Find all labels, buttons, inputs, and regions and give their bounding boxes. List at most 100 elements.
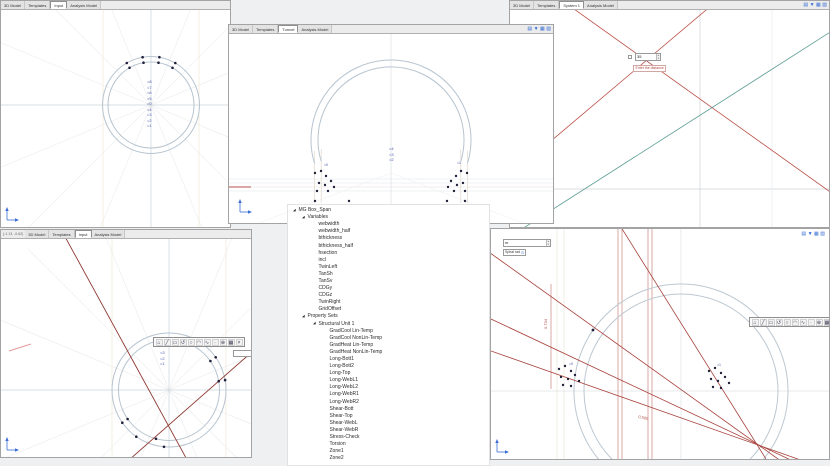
section-drawing-canvas[interactable] <box>1 238 251 457</box>
tree-item[interactable]: ◢ Stress-Check <box>288 434 489 441</box>
drawing-area[interactable]: =8=7=6=5=0=4=3=2=1 <box>1 9 230 227</box>
home-icon[interactable]: ⌂ <box>156 339 163 346</box>
tree-item[interactable]: ◢ Long-Bott1 <box>288 356 489 363</box>
drawing-area[interactable]: m ▴▾ Spiral rad ⊙ 0.734 0.500 =0 =1 ⌂╱▭↺… <box>491 229 829 459</box>
tree-item[interactable]: ◢ incl <box>288 257 489 264</box>
refresh-icon[interactable]: ▤ <box>801 232 806 237</box>
refresh-icon[interactable]: ▤ <box>803 3 808 8</box>
selection-icon[interactable]: ▧ <box>546 27 551 32</box>
arc-icon[interactable]: ◠ <box>792 319 799 326</box>
tree-item[interactable]: ◢ Long-Bott2 <box>288 363 489 370</box>
view-tab[interactable]: Input <box>50 1 67 9</box>
dropdown-icon[interactable]: ▼ <box>534 27 539 32</box>
tree-item[interactable]: ◢ TanSv <box>288 278 489 285</box>
section-drawing-canvas[interactable] <box>1 9 230 227</box>
arc-icon[interactable]: ◠ <box>196 339 203 346</box>
distance-checkbox[interactable] <box>628 55 632 59</box>
tree-item[interactable]: ◢ Property Sets <box>288 313 489 320</box>
tunnel-drawing-canvas[interactable] <box>229 33 553 223</box>
offset-icon[interactable]: ⊕ <box>816 319 823 326</box>
table-icon[interactable]: ▦ <box>814 232 819 237</box>
tree-item[interactable]: ◢ bthickness_half <box>288 242 489 249</box>
tree-item[interactable]: ◢ bthickness <box>288 235 489 242</box>
drawing-area[interactable]: 35 ▴▾ Enter the distance <box>510 9 829 227</box>
table-icon[interactable]: ▦ <box>540 27 545 32</box>
tree-item[interactable]: ◢ Long-WebL1 <box>288 377 489 384</box>
tree-item[interactable]: ◢ Long-WebL2 <box>288 384 489 391</box>
tree-item[interactable]: ◢ Structural Unit 1 <box>288 321 489 328</box>
tree-item[interactable]: ◢ Zone1 <box>288 448 489 455</box>
tree-item[interactable]: ◢ Torsion <box>288 441 489 448</box>
grid-icon[interactable]: ▦ <box>824 319 830 326</box>
drawing-area[interactable]: =4=3=2 =0 =1 <box>229 33 553 223</box>
tree-item[interactable]: ◢ Zone2 <box>288 455 489 462</box>
selection-icon[interactable]: ▧ <box>822 3 827 8</box>
tree-item[interactable]: ◢ hsection <box>288 250 489 257</box>
view-tab[interactable]: System 1 <box>559 1 584 9</box>
rect-icon[interactable]: ▭ <box>172 339 179 346</box>
tree-item[interactable]: ◢ CDGz <box>288 292 489 299</box>
tree-item[interactable]: ◢ Long-WebR1 <box>288 391 489 398</box>
view-tab[interactable]: Templates <box>534 1 559 9</box>
spinner-icon[interactable]: ▴▾ <box>656 54 661 60</box>
view-tab[interactable]: Analysis Model <box>298 25 332 33</box>
dropdown-icon[interactable]: ▼ <box>810 3 815 8</box>
section-drawing-canvas[interactable] <box>491 229 829 459</box>
view-tab[interactable]: Analysis Model <box>92 230 126 238</box>
tree-item[interactable]: ◢ Long-Top <box>288 370 489 377</box>
rect-icon[interactable]: ▭ <box>768 319 775 326</box>
grid-icon[interactable]: ▦ <box>228 339 235 346</box>
snap-value-box[interactable] <box>233 350 251 357</box>
view-tab[interactable]: Tunnel <box>278 25 298 33</box>
tree-item[interactable]: ◢ GradCool NonLin-Temp <box>288 335 489 342</box>
view-tab[interactable]: Templates <box>49 230 74 238</box>
tree-item[interactable]: ◢ Shear-Bott <box>288 406 489 413</box>
circle-icon[interactable]: ○ <box>188 339 195 346</box>
refresh-icon[interactable]: ▤ <box>527 27 532 32</box>
tree-item[interactable]: ◢ MG Box_Span <box>288 207 489 214</box>
line-icon[interactable]: ╱ <box>760 319 767 326</box>
close-icon[interactable]: × <box>236 339 243 346</box>
view-tab[interactable]: Templates <box>25 1 50 9</box>
spiral-radius-button[interactable]: Spiral rad ⊙ <box>503 249 526 256</box>
expand-arrow-icon[interactable]: ◢ <box>293 209 297 213</box>
undo-icon[interactable]: ↺ <box>180 339 187 346</box>
drawing-area[interactable]: =3=2=1 ⌂╱▭↺○◠∿·⊕▦× <box>1 238 251 457</box>
tree-item[interactable]: ◢ Shear-WebR <box>288 427 489 434</box>
view-tab[interactable]: Input <box>75 230 92 238</box>
spinner-icon[interactable]: ▴▾ <box>546 240 551 246</box>
tree-item[interactable]: ◢ Variables <box>288 214 489 221</box>
selection-icon[interactable]: ▧ <box>820 232 825 237</box>
view-tab[interactable]: Analysis Model <box>67 1 101 9</box>
tree-item[interactable]: ◢ GradCool Lin-Temp <box>288 328 489 335</box>
table-icon[interactable]: ▦ <box>816 3 821 8</box>
distance-input[interactable]: 35 ▴▾ <box>635 53 661 61</box>
expand-arrow-icon[interactable]: ◢ <box>313 322 317 326</box>
tree-item[interactable]: ◢ Shear-WebL <box>288 420 489 427</box>
view-tab[interactable]: 3D Model <box>229 25 253 33</box>
tree-item[interactable]: ◢ webwidth_half <box>288 228 489 235</box>
tree-item[interactable]: ◢ TwinRight <box>288 299 489 306</box>
view-tab[interactable]: 3D Model <box>1 1 25 9</box>
circle-icon[interactable]: ○ <box>784 319 791 326</box>
view-tab[interactable]: 3D Model <box>510 1 534 9</box>
tree-item[interactable]: ◢ Long-WebR2 <box>288 399 489 406</box>
spline-icon[interactable]: ∿ <box>800 319 807 326</box>
view-tab[interactable]: 3D Model <box>25 230 49 238</box>
tree-item[interactable]: ◢ TanSh <box>288 271 489 278</box>
alignment-drawing-canvas[interactable] <box>510 9 829 227</box>
tree-item[interactable]: ◢ CDGy <box>288 285 489 292</box>
view-tab[interactable]: Analysis Model <box>584 1 618 9</box>
tree-item[interactable]: ◢ GradHeat NonLin-Temp <box>288 349 489 356</box>
tree-item[interactable]: ◢ GradHeat Lin-Temp <box>288 342 489 349</box>
undo-icon[interactable]: ↺ <box>776 319 783 326</box>
point-icon[interactable]: · <box>212 339 219 346</box>
point-icon[interactable]: · <box>808 319 815 326</box>
dropdown-icon[interactable]: ▼ <box>808 232 813 237</box>
expand-arrow-icon[interactable]: ◢ <box>302 216 306 220</box>
expand-arrow-icon[interactable]: ◢ <box>302 315 306 319</box>
radius-input[interactable]: m ▴▾ <box>503 239 551 247</box>
tree-item[interactable]: ◢ webwidth <box>288 221 489 228</box>
home-icon[interactable]: ⌂ <box>752 319 759 326</box>
line-icon[interactable]: ╱ <box>164 339 171 346</box>
